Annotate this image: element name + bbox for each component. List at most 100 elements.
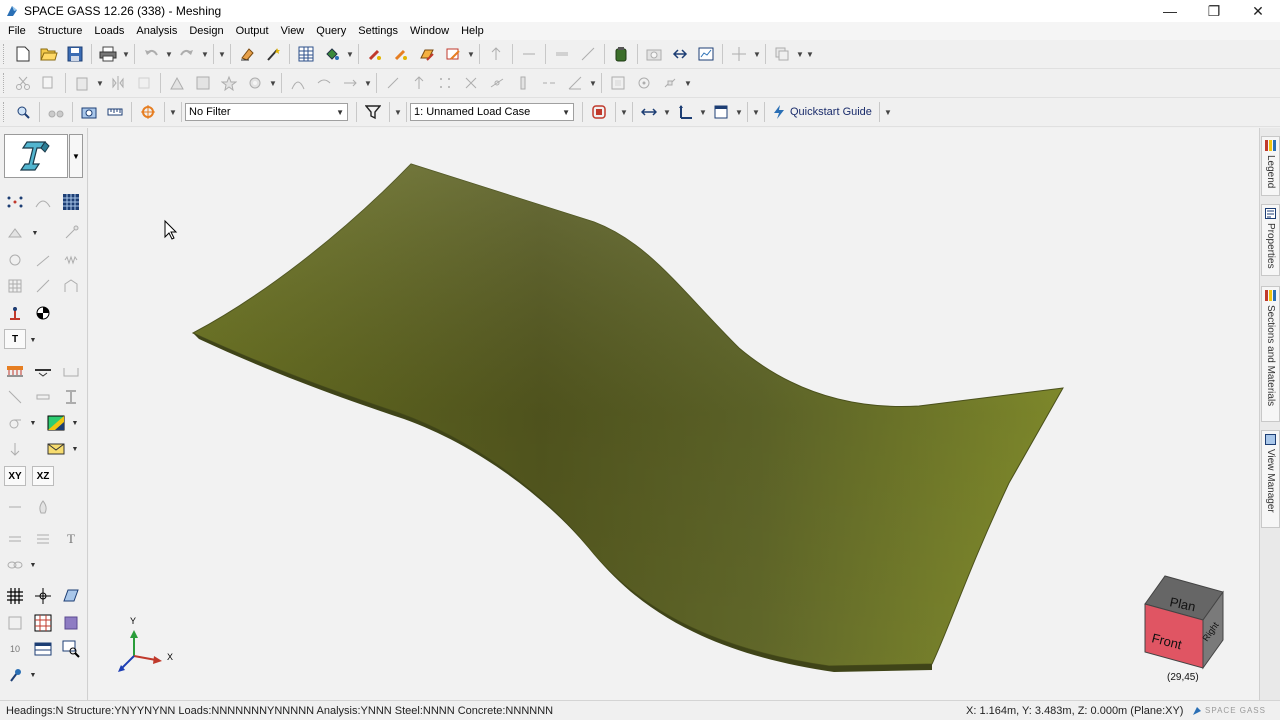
disabled-tool-6[interactable] bbox=[771, 43, 793, 65]
edit-tool-1[interactable] bbox=[12, 72, 34, 94]
prop-tool-1[interactable] bbox=[4, 386, 26, 408]
filter-combo[interactable]: No Filter ▼ bbox=[185, 103, 348, 121]
axes-button[interactable] bbox=[674, 101, 696, 123]
edit-tool-18[interactable] bbox=[512, 72, 534, 94]
menu-view[interactable]: View bbox=[275, 25, 311, 37]
binoculars-button[interactable] bbox=[45, 101, 67, 123]
grid-red-button[interactable] bbox=[32, 612, 54, 634]
zoom-button[interactable] bbox=[12, 101, 34, 123]
new-file-button[interactable] bbox=[12, 43, 34, 65]
inspect-button[interactable] bbox=[60, 638, 82, 660]
text-tool-button[interactable]: T bbox=[4, 329, 26, 349]
menu-window[interactable]: Window bbox=[404, 25, 455, 37]
edit-tool-12[interactable] bbox=[339, 72, 361, 94]
tab-legend[interactable]: Legend bbox=[1261, 136, 1280, 196]
edit-tool-23[interactable] bbox=[659, 72, 681, 94]
grid-tool-button[interactable] bbox=[4, 275, 26, 297]
print-dropdown[interactable]: ▼ bbox=[121, 44, 131, 64]
wand-button[interactable] bbox=[262, 43, 284, 65]
redo-button[interactable] bbox=[176, 43, 198, 65]
toolbar-overflow-1[interactable]: ▼ bbox=[217, 44, 227, 64]
member-tool-button[interactable] bbox=[390, 43, 412, 65]
ruler-button[interactable] bbox=[104, 101, 126, 123]
viewport-canvas[interactable]: Y X Plan Front Right (29,45) bbox=[89, 128, 1259, 700]
menu-structure[interactable]: Structure bbox=[32, 25, 89, 37]
edit-tool-9[interactable] bbox=[244, 72, 266, 94]
menu-design[interactable]: Design bbox=[183, 25, 229, 37]
menu-query[interactable]: Query bbox=[310, 25, 352, 37]
spring-tool-button[interactable] bbox=[60, 249, 82, 271]
filter-button[interactable] bbox=[362, 101, 384, 123]
paint-dropdown[interactable]: ▼ bbox=[345, 44, 355, 64]
tab-sections-materials[interactable]: Sections and Materials bbox=[1261, 286, 1280, 422]
edit-tool-7[interactable] bbox=[192, 72, 214, 94]
disabled-tool-4[interactable] bbox=[577, 43, 599, 65]
structure-mode-dropdown[interactable]: ▼ bbox=[69, 134, 83, 178]
print-button[interactable] bbox=[97, 43, 119, 65]
toolbar-overflow-4[interactable]: ▼ bbox=[883, 102, 893, 122]
toolbar-grip[interactable] bbox=[3, 102, 7, 122]
spreadsheet-button[interactable] bbox=[295, 43, 317, 65]
edit-tool-22[interactable] bbox=[633, 72, 655, 94]
tab-view-manager[interactable]: View Manager bbox=[1261, 430, 1280, 528]
edit-tool-4[interactable] bbox=[107, 72, 129, 94]
minimize-button[interactable]: — bbox=[1148, 0, 1192, 22]
gear-dropdown[interactable]: ▼ bbox=[268, 73, 278, 93]
menu-file[interactable]: File bbox=[2, 25, 32, 37]
prop-tool-3[interactable] bbox=[60, 386, 82, 408]
workplane-button[interactable] bbox=[60, 585, 82, 607]
link-tool-button[interactable] bbox=[4, 249, 26, 271]
axes-dropdown[interactable]: ▼ bbox=[698, 102, 708, 122]
stop-button[interactable] bbox=[588, 101, 610, 123]
meshed-plate-surface[interactable] bbox=[191, 163, 1064, 672]
contour-dropdown[interactable]: ▼ bbox=[70, 412, 80, 434]
camera-button[interactable] bbox=[643, 43, 665, 65]
dimension-dropdown[interactable]: ▼ bbox=[662, 102, 672, 122]
undo-dropdown[interactable]: ▼ bbox=[164, 44, 174, 64]
disabled-tool-2[interactable] bbox=[518, 43, 540, 65]
edit-tool-21[interactable] bbox=[607, 72, 629, 94]
draw-dropdown[interactable]: ▼ bbox=[466, 44, 476, 64]
anchor-tool-button[interactable] bbox=[4, 438, 26, 460]
structure-mode-button[interactable] bbox=[4, 134, 68, 178]
disabled-tool-1[interactable] bbox=[485, 43, 507, 65]
toolbar-overflow-3[interactable]: ▼ bbox=[751, 102, 761, 122]
prop-tool-2[interactable] bbox=[32, 386, 54, 408]
edit-tool-2[interactable] bbox=[38, 72, 60, 94]
quickstart-guide-button[interactable]: Quickstart Guide bbox=[768, 101, 876, 123]
edit-tool-6[interactable] bbox=[166, 72, 188, 94]
link-dropdown[interactable]: ▼ bbox=[683, 73, 693, 93]
camera-view-button[interactable] bbox=[78, 101, 100, 123]
chain-tool-button[interactable] bbox=[4, 554, 26, 576]
double-line-button[interactable] bbox=[4, 528, 26, 550]
copy-dropdown[interactable]: ▼ bbox=[795, 44, 805, 64]
edit-tool-8[interactable] bbox=[218, 72, 240, 94]
grid-snap-button[interactable] bbox=[4, 585, 26, 607]
undo-button[interactable] bbox=[140, 43, 162, 65]
fire-tool-button[interactable] bbox=[32, 496, 54, 518]
tab-properties[interactable]: Properties bbox=[1261, 204, 1280, 276]
window-layout-button[interactable] bbox=[710, 101, 732, 123]
pick-tool-button[interactable] bbox=[4, 664, 26, 686]
stop-dropdown[interactable]: ▼ bbox=[619, 102, 629, 122]
sigma-tool-button[interactable] bbox=[4, 412, 26, 434]
message-tool-button[interactable] bbox=[45, 438, 67, 460]
dimension-button[interactable] bbox=[638, 101, 660, 123]
box-select-button[interactable] bbox=[4, 612, 26, 634]
redo-dropdown[interactable]: ▼ bbox=[200, 44, 210, 64]
filter-dropdown[interactable]: ▼ bbox=[393, 102, 403, 122]
move-dropdown[interactable]: ▼ bbox=[752, 44, 762, 64]
erase-button[interactable] bbox=[236, 43, 258, 65]
view-cube[interactable]: Plan Front Right (29,45) bbox=[1144, 575, 1224, 683]
load-case-combo[interactable]: 1: Unnamed Load Case ▼ bbox=[410, 103, 574, 121]
edit-tool-14[interactable] bbox=[408, 72, 430, 94]
text-tool-dropdown[interactable]: ▼ bbox=[28, 329, 38, 351]
value-tool-button[interactable]: 10 bbox=[4, 638, 26, 660]
pin-tool-button[interactable] bbox=[60, 222, 82, 244]
toolbar-overflow-2[interactable]: ▼ bbox=[805, 44, 815, 64]
frame-tool-button[interactable] bbox=[60, 275, 82, 297]
edit-tool-11[interactable] bbox=[313, 72, 335, 94]
snap-button[interactable] bbox=[137, 101, 159, 123]
edit-tool-3[interactable] bbox=[71, 72, 93, 94]
edit-tool-19[interactable] bbox=[538, 72, 560, 94]
